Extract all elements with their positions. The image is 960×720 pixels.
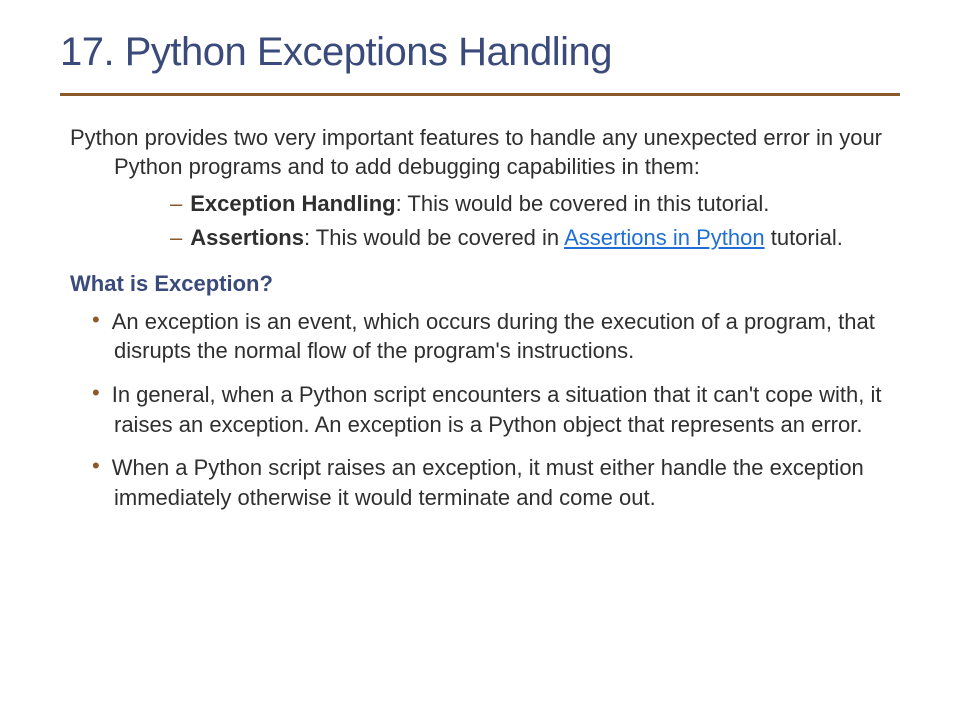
- dash-icon: –: [170, 225, 182, 250]
- feature-lead: Exception Handling: [190, 191, 395, 216]
- feature-item: –Exception Handling: This would be cover…: [70, 189, 890, 219]
- bullet-icon: •: [92, 380, 100, 405]
- assertions-link[interactable]: Assertions in Python: [564, 225, 765, 250]
- slide-title: 17. Python Exceptions Handling: [60, 30, 900, 75]
- bullet-icon: •: [92, 453, 100, 478]
- feature-rest-after: tutorial.: [765, 225, 843, 250]
- dash-icon: –: [170, 191, 182, 216]
- slide: 17. Python Exceptions Handling Python pr…: [0, 0, 960, 567]
- feature-rest-before: : This would be covered in: [304, 225, 564, 250]
- bullet-item: • In general, when a Python script encoun…: [70, 380, 890, 439]
- feature-item: –Assertions: This would be covered in As…: [70, 223, 890, 253]
- bullet-icon: •: [92, 307, 100, 332]
- bullet-item: • An exception is an event, which occurs …: [70, 307, 890, 366]
- feature-lead: Assertions: [190, 225, 304, 250]
- bullet-text: When a Python script raises an exception…: [112, 455, 864, 510]
- intro-text: Python provides two very important featu…: [70, 124, 890, 181]
- feature-rest: : This would be covered in this tutorial…: [396, 191, 770, 216]
- subheading: What is Exception?: [70, 271, 890, 297]
- bullet-text: An exception is an event, which occurs d…: [112, 309, 875, 364]
- title-divider: [60, 93, 900, 96]
- bullet-list: • An exception is an event, which occurs …: [70, 307, 890, 513]
- bullet-text: In general, when a Python script encount…: [112, 382, 882, 437]
- slide-body: Python provides two very important featu…: [60, 124, 900, 513]
- bullet-item: • When a Python script raises an exceptio…: [70, 453, 890, 512]
- feature-list: –Exception Handling: This would be cover…: [70, 189, 890, 252]
